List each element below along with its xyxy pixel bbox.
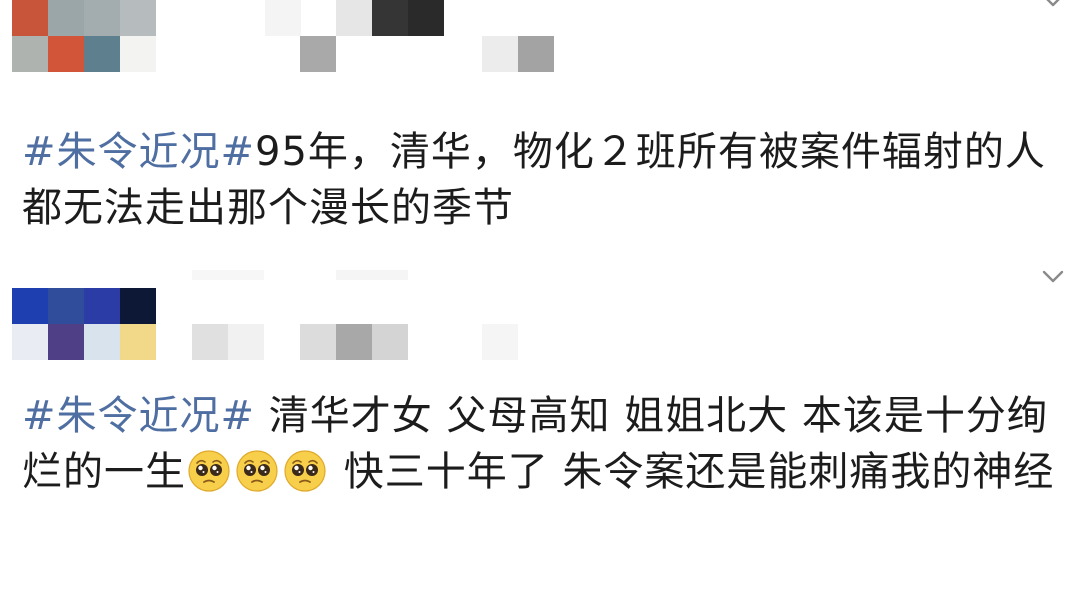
hashtag-link[interactable]: #朱令近况#: [22, 129, 255, 175]
post-content: #朱令近况#95年，清华，物化２班所有被案件辐射的人都无法走出那个漫长的季节: [22, 124, 1062, 236]
post-content: #朱令近况# 清华才女 父母高知 姐姐北大 本该是十分绚烂的一生 快三十年了 朱…: [22, 388, 1062, 500]
weibo-post: #朱令近况#95年，清华，物化２班所有被案件辐射的人都无法走出那个漫长的季节: [0, 0, 1080, 262]
chevron-down-icon[interactable]: [1042, 270, 1064, 284]
hashtag-link[interactable]: #朱令近况#: [22, 393, 255, 439]
weibo-post: #朱令近况# 清华才女 父母高知 姐姐北大 本该是十分绚烂的一生 快三十年了 朱…: [0, 262, 1080, 606]
chevron-down-icon[interactable]: [1042, 0, 1064, 8]
post-body-text: 快三十年了 朱令案还是能刺痛我的神经: [330, 449, 1055, 495]
avatar[interactable]: [12, 288, 156, 360]
pleading-face-emoji: [187, 449, 231, 493]
avatar[interactable]: [12, 0, 156, 72]
pleading-face-emoji: [235, 449, 279, 493]
pleading-face-emoji: [283, 449, 327, 493]
